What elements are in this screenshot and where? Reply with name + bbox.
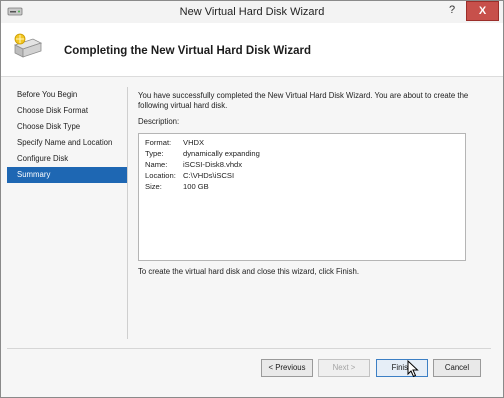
- close-button[interactable]: X: [466, 1, 499, 21]
- mouse-pointer-icon: [407, 360, 419, 378]
- wizard-steps: Before You Begin Choose Disk Format Choo…: [7, 87, 127, 183]
- window-title: New Virtual Hard Disk Wizard: [179, 6, 325, 18]
- detail-key: Location:: [145, 171, 176, 180]
- summary-panel: You have successfully completed the New …: [138, 91, 492, 276]
- help-button[interactable]: ?: [441, 1, 463, 21]
- intro-text: You have successfully completed the New …: [138, 91, 469, 110]
- finish-instruction: To create the virtual hard disk and clos…: [138, 267, 360, 276]
- finish-button[interactable]: Finish: [376, 359, 428, 377]
- detail-key: Size:: [145, 182, 162, 191]
- detail-row-name: Name: iSCSI-Disk8.vhdx: [145, 159, 459, 170]
- detail-key: Name:: [145, 160, 168, 169]
- detail-row-size: Size: 100 GB: [145, 181, 459, 192]
- detail-value: 100 GB: [183, 182, 209, 191]
- detail-value: C:\VHDs\iSCSI: [183, 171, 235, 180]
- step-choose-disk-format[interactable]: Choose Disk Format: [7, 103, 127, 119]
- step-before-you-begin[interactable]: Before You Begin: [7, 87, 127, 103]
- step-choose-disk-type[interactable]: Choose Disk Type: [7, 119, 127, 135]
- steps-divider: [127, 87, 128, 339]
- previous-button[interactable]: < Previous: [261, 359, 313, 377]
- step-specify-name-and-location[interactable]: Specify Name and Location: [7, 135, 127, 151]
- virtual-disk-wizard-icon: [13, 33, 43, 58]
- detail-value: VHDX: [183, 138, 205, 147]
- step-summary[interactable]: Summary: [7, 167, 127, 183]
- detail-key: Format:: [145, 138, 172, 147]
- step-configure-disk[interactable]: Configure Disk: [7, 151, 127, 167]
- wizard-window: New Virtual Hard Disk Wizard ? X Complet…: [0, 0, 504, 398]
- description-label: Description:: [138, 117, 180, 126]
- cancel-button[interactable]: Cancel: [433, 359, 481, 377]
- next-button[interactable]: Next >: [318, 359, 370, 377]
- detail-value: iSCSI-Disk8.vhdx: [183, 160, 243, 169]
- detail-row-type: Type: dynamically expanding: [145, 148, 459, 159]
- detail-key: Type:: [145, 149, 164, 158]
- detail-value: dynamically expanding: [183, 149, 260, 158]
- footer-divider: [7, 348, 491, 349]
- detail-row-location: Location: C:\VHDs\iSCSI: [145, 170, 459, 181]
- description-box[interactable]: Format: VHDX Type: dynamically expanding N…: [138, 133, 466, 261]
- detail-row-format: Format: VHDX: [145, 137, 459, 148]
- wizard-header: Completing the New Virtual Hard Disk Wiz…: [1, 23, 503, 77]
- page-title: Completing the New Virtual Hard Disk Wiz…: [64, 45, 311, 57]
- title-bar: New Virtual Hard Disk Wizard ? X: [1, 1, 503, 23]
